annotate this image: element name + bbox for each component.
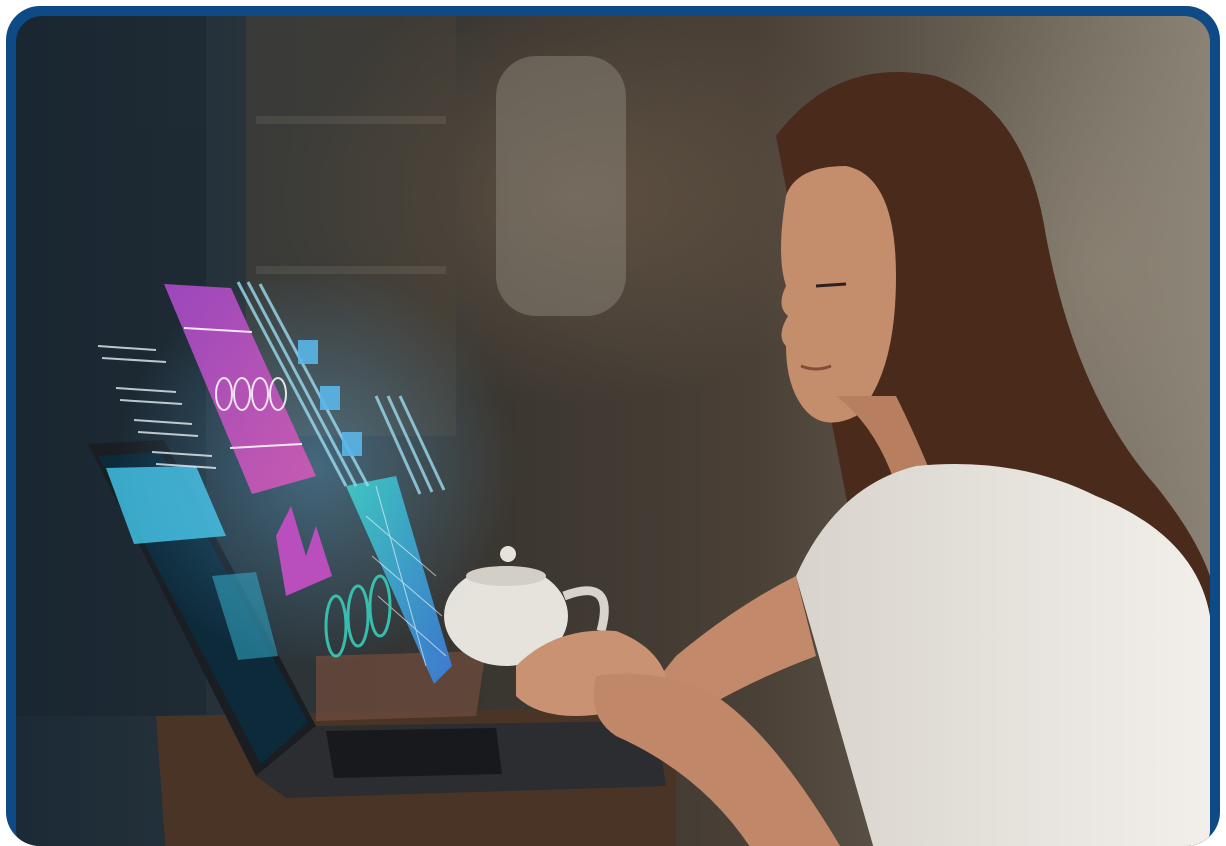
photo: [16, 16, 1210, 846]
photo-frame: [6, 6, 1220, 846]
scene-illustration: [16, 16, 1210, 846]
